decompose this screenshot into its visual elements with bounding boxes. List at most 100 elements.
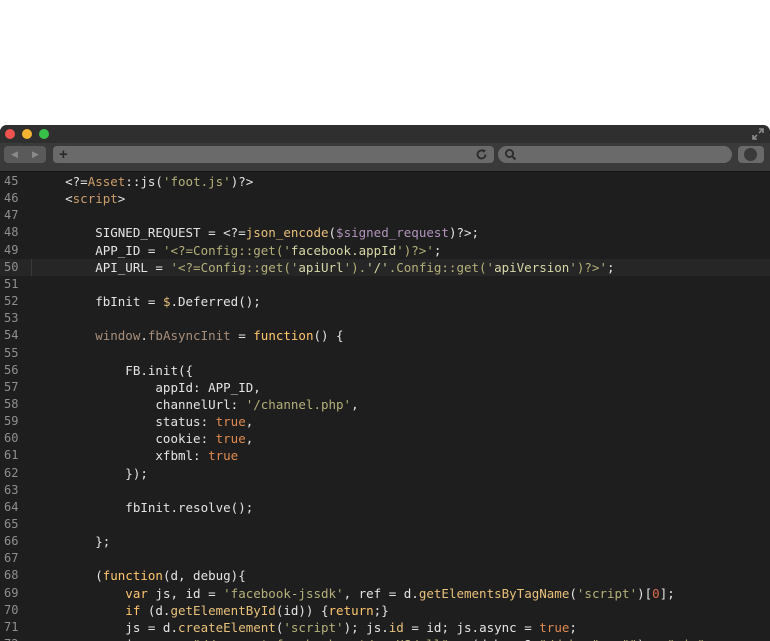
close-window-button[interactable] bbox=[5, 129, 15, 139]
line-number: 63 bbox=[4, 482, 19, 497]
code-token: '<?=Config::get(' bbox=[170, 259, 299, 275]
line-number: 62 bbox=[4, 465, 19, 480]
line-number: 49 bbox=[4, 242, 19, 257]
code-token: }; bbox=[35, 534, 111, 550]
code-line[interactable]: 47 bbox=[0, 207, 770, 224]
code-token: () { bbox=[313, 328, 344, 344]
code-line[interactable]: 53 bbox=[0, 310, 770, 327]
code-token: true bbox=[208, 448, 239, 464]
line-number: 59 bbox=[4, 414, 19, 429]
code-token: API_URL = bbox=[35, 259, 171, 275]
line-number: 72 bbox=[0, 636, 32, 641]
code-line[interactable]: 60 cookie: true, bbox=[0, 430, 770, 447]
maximize-window-button[interactable] bbox=[39, 129, 49, 139]
code-token: ')?>' bbox=[396, 242, 434, 258]
code-line[interactable]: 46 <script> bbox=[0, 190, 770, 207]
code-token: createElement bbox=[178, 619, 276, 635]
line-number: 47 bbox=[4, 208, 19, 223]
reload-icon[interactable] bbox=[475, 148, 488, 161]
address-bar[interactable]: + bbox=[53, 146, 494, 163]
code-line[interactable]: 69 var js, id = 'facebook-jssdk', ref = … bbox=[0, 585, 770, 602]
code-line[interactable]: 49 APP_ID = '<?=Config::get('facebook.ap… bbox=[0, 242, 770, 259]
browser-toolbar: ◀ ▶ + bbox=[0, 143, 770, 172]
code-token: apiUrl bbox=[298, 259, 344, 275]
code-token: > bbox=[117, 191, 126, 207]
code-token: .Config::get(' bbox=[388, 259, 495, 275]
code-text: SIGNED_REQUEST = <?=json_encode($signed_… bbox=[35, 224, 479, 241]
code-line[interactable]: 71 js = d.createElement('script'); js.id… bbox=[0, 619, 770, 636]
code-line[interactable]: 64 fbInit.resolve(); bbox=[0, 499, 770, 516]
code-token: '/' bbox=[366, 259, 389, 275]
search-bar[interactable] bbox=[498, 146, 732, 163]
code-token: ')?>' bbox=[569, 259, 607, 275]
code-token: fbAsyncInit bbox=[147, 328, 231, 344]
code-token: <?= bbox=[35, 174, 88, 189]
navigation-buttons: ◀ ▶ bbox=[4, 146, 46, 163]
code-token: < bbox=[35, 191, 73, 207]
extension-button[interactable] bbox=[738, 146, 764, 163]
code-line[interactable]: 61 xfbml: true bbox=[0, 447, 770, 464]
search-icon bbox=[505, 149, 517, 161]
code-token: , bbox=[245, 431, 254, 447]
code-token: true bbox=[215, 414, 246, 430]
back-button[interactable]: ◀ bbox=[4, 146, 25, 163]
code-line[interactable]: 70 if (d.getElementById(id)) {return;} bbox=[0, 602, 770, 619]
code-line[interactable]: 56 FB.init({ bbox=[0, 362, 770, 379]
line-number: 53 bbox=[4, 311, 19, 326]
code-token: .Deferred(); bbox=[170, 294, 261, 310]
forward-arrow-icon: ▶ bbox=[32, 149, 39, 159]
code-line[interactable]: 48 SIGNED_REQUEST = <?=json_encode($sign… bbox=[0, 224, 770, 241]
code-line[interactable]: 63 bbox=[0, 482, 770, 499]
forward-button[interactable]: ▶ bbox=[25, 146, 46, 163]
code-token: , bbox=[245, 414, 254, 430]
code-token: window bbox=[35, 328, 141, 344]
code-line[interactable]: 72 js.src = "//connect.facebook.net/en_U… bbox=[0, 636, 770, 641]
line-number: 45 bbox=[4, 174, 19, 188]
code-line[interactable]: 62 }); bbox=[0, 465, 770, 482]
code-line[interactable]: 67 bbox=[0, 550, 770, 567]
editor-window: ◀ ▶ + 45 <?=Asset::js('foot.js')?> 46 <sc… bbox=[0, 125, 770, 641]
code-line[interactable]: 65 bbox=[0, 516, 770, 533]
code-editor[interactable]: 45 <?=Asset::js('foot.js')?> 46 <script> 4… bbox=[0, 172, 770, 641]
code-token: facebook.appId bbox=[290, 242, 397, 258]
code-token: fbInit = bbox=[35, 294, 163, 310]
code-line[interactable]: 58 channelUrl: '/channel.php', bbox=[0, 396, 770, 413]
code-token: , bbox=[351, 396, 359, 412]
code-token: + (debug ? bbox=[449, 637, 539, 641]
code-token: channelUrl: bbox=[35, 396, 246, 412]
code-token: 'script' bbox=[576, 585, 638, 601]
code-token: . bbox=[140, 328, 148, 344]
code-token: id bbox=[388, 619, 404, 635]
plus-icon[interactable]: + bbox=[59, 146, 68, 163]
code-token: js.src = bbox=[35, 637, 193, 641]
code-line[interactable]: 68 (function(d, debug){ bbox=[0, 567, 770, 584]
code-line[interactable]: 50 API_URL = '<?=Config::get('apiUrl').'… bbox=[0, 258, 770, 276]
code-token: js = d. bbox=[35, 619, 178, 635]
code-token: xfbml: bbox=[35, 448, 209, 464]
code-line[interactable]: 54 window.fbAsyncInit = function() { bbox=[0, 327, 770, 344]
line-number: 68 bbox=[4, 568, 19, 583]
code-line[interactable]: 55 bbox=[0, 345, 770, 362]
line-number: 56 bbox=[4, 362, 19, 377]
code-text: js.src = "//connect.facebook.net/en_US/a… bbox=[35, 636, 712, 641]
code-line[interactable]: 51 bbox=[0, 276, 770, 293]
code-token: = id; js.async = bbox=[403, 619, 540, 635]
code-token: status: bbox=[35, 414, 216, 430]
code-token: getElementsByTagName bbox=[418, 585, 570, 601]
expand-arrows-icon[interactable] bbox=[751, 127, 765, 141]
code-line[interactable]: 59 status: true, bbox=[0, 413, 770, 430]
back-arrow-icon: ◀ bbox=[11, 149, 18, 159]
line-number: 69 bbox=[4, 585, 19, 600]
minimize-window-button[interactable] bbox=[22, 129, 32, 139]
code-token: FB.init({ bbox=[35, 362, 194, 378]
code-line[interactable]: 52 fbInit = $.Deferred(); bbox=[0, 293, 770, 310]
code-line[interactable]: 57 appId: APP_ID, bbox=[0, 379, 770, 396]
code-text: (function(d, debug){ bbox=[35, 567, 246, 584]
code-line[interactable]: 66 }; bbox=[0, 533, 770, 550]
line-number: 57 bbox=[4, 379, 19, 394]
code-token: $signed_request bbox=[336, 225, 449, 241]
code-text: fbInit.resolve(); bbox=[35, 499, 253, 516]
code-line[interactable]: 45 <?=Asset::js('foot.js')?> bbox=[0, 173, 770, 190]
code-token: APP_ID = bbox=[35, 242, 163, 258]
line-number: 46 bbox=[4, 191, 19, 206]
